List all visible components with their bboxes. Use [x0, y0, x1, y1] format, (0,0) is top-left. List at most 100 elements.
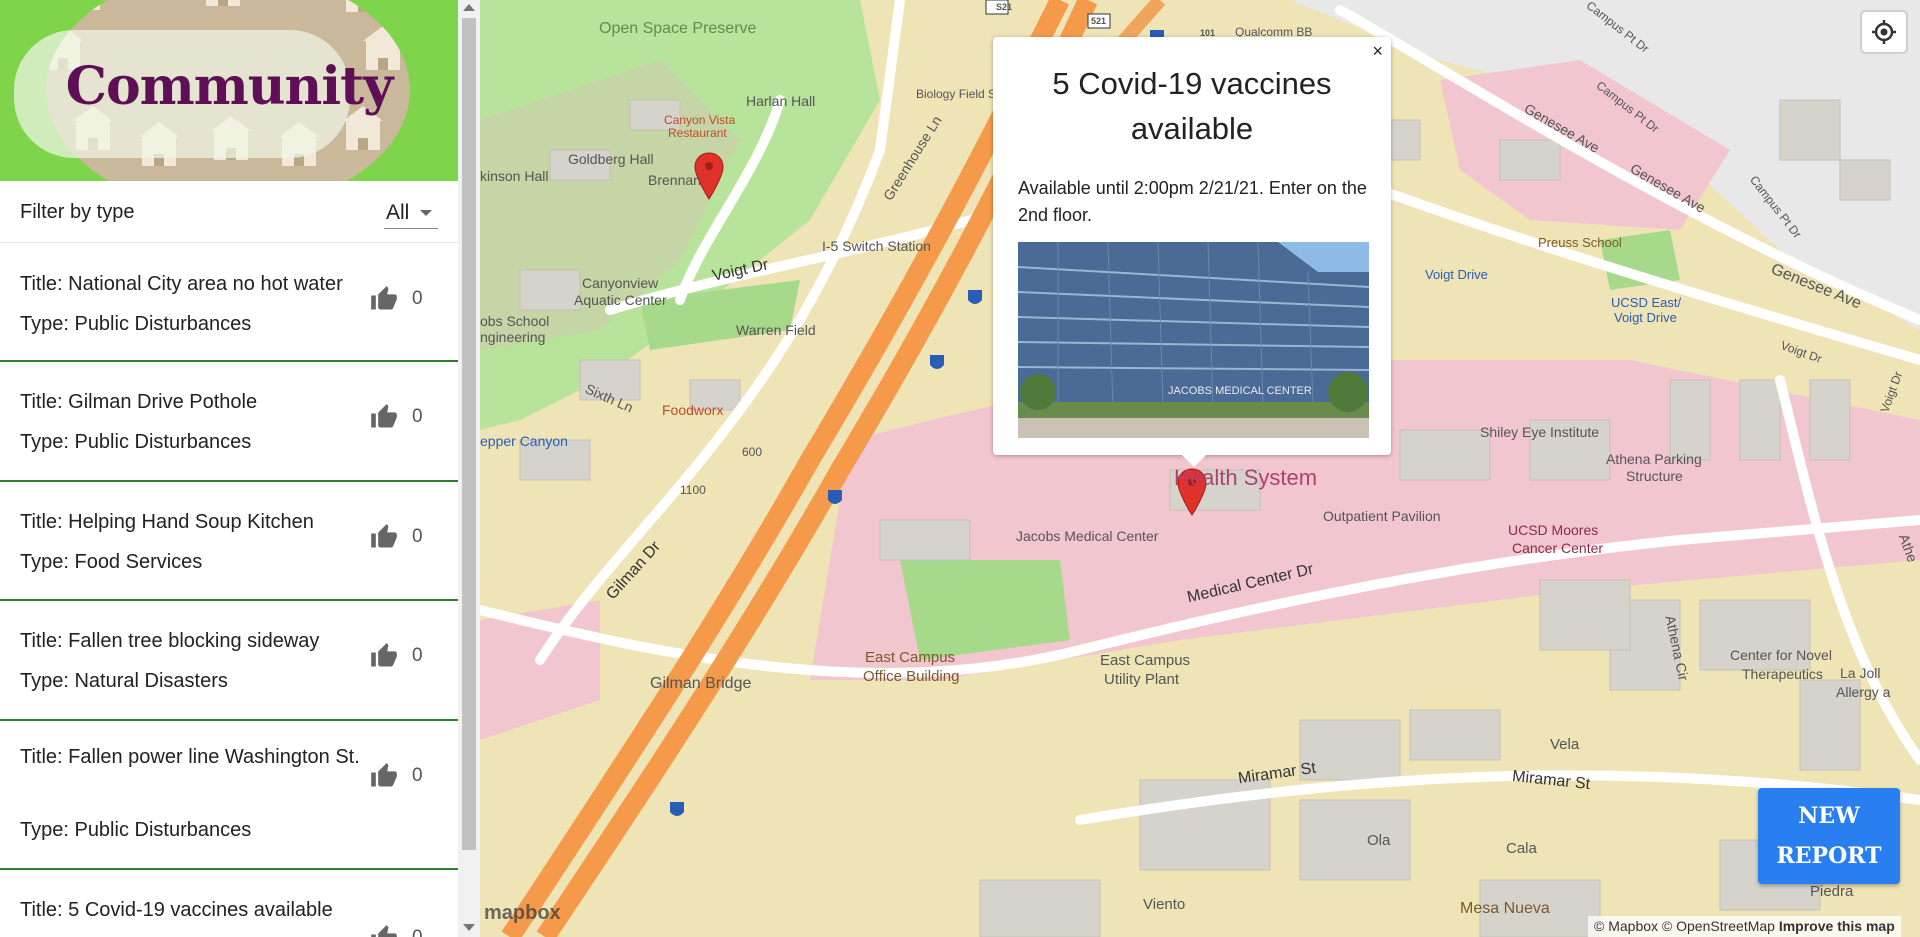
report-list: Title: National City area no hot water T…: [0, 243, 458, 937]
popup-title: 5 Covid-19 vaccines available: [1052, 66, 1332, 146]
new-report-button[interactable]: NEW REPORT: [1758, 788, 1900, 884]
report-item[interactable]: Title: 5 Covid-19 vaccines available 0: [0, 870, 458, 937]
map-label-warren-field: Warren Field: [736, 322, 816, 338]
scrollbar-thumb[interactable]: [462, 18, 476, 850]
map-label-piedra: Piedra: [1810, 883, 1854, 900]
crosshair-icon: [1872, 20, 1896, 44]
report-type: Type: Public Disturbances: [20, 819, 252, 841]
map-label-canyon-vista: Canyon Vista: [664, 113, 736, 127]
close-icon[interactable]: ×: [1372, 41, 1383, 62]
map-label-outpatient-pavilion: Outpatient Pavilion: [1323, 508, 1441, 524]
map-label-canyonview: Canyonview: [582, 275, 659, 291]
map-label-restaurant: Restaurant: [668, 126, 727, 140]
map-label-biology-field: Biology Field S: [916, 87, 997, 101]
map-label-521: 521: [1091, 16, 1107, 26]
report-title: Title: Fallen tree blocking sideway: [20, 630, 320, 652]
like-count: 0: [412, 406, 423, 427]
like-count: 0: [412, 526, 423, 547]
caret-down-icon: [420, 210, 432, 216]
map-label-goldberg-hall: Goldberg Hall: [568, 151, 654, 167]
map-canvas[interactable]: Open Space Preserve Harlan Hall Biology …: [480, 0, 1920, 937]
report-title: Title: National City area no hot water: [20, 273, 343, 295]
map-label-therapeutics: Therapeutics: [1742, 666, 1823, 682]
map-label-cala: Cala: [1506, 840, 1537, 857]
like-count: 0: [412, 288, 423, 309]
banner-title: Community: [65, 56, 394, 117]
report-item[interactable]: Title: Fallen tree blocking sideway Type…: [0, 601, 458, 721]
thumbs-up-icon[interactable]: [369, 285, 399, 313]
app-root: Community Filter by type All Title: Nati…: [0, 0, 1920, 937]
map-label-voigt-drive-east: Voigt Drive: [1614, 310, 1677, 325]
map-label-jobs-school: obs School: [480, 313, 550, 329]
report-title: Title: Helping Hand Soup Kitchen: [20, 511, 314, 533]
filter-type-select[interactable]: All: [384, 199, 438, 229]
map-label-shiley-eye: Shiley Eye Institute: [1480, 424, 1600, 440]
report-title: Title: Gilman Drive Pothole: [20, 391, 258, 413]
map-label-foodworx: Foodworx: [662, 402, 724, 418]
geolocate-button[interactable]: [1862, 12, 1906, 52]
improve-map-link[interactable]: Improve this map: [1779, 918, 1895, 934]
popup-building-photo: JACOBS MEDICAL CENTER: [1018, 242, 1369, 438]
map-label-allergy: Allergy a: [1836, 684, 1891, 700]
map-label-center-novel: Center for Novel: [1730, 647, 1832, 663]
map-label-ucsd-east: UCSD East/: [1611, 295, 1682, 310]
map-label-atkinson-hall: kinson Hall: [480, 168, 549, 184]
sidebar-scrollbar[interactable]: [458, 0, 480, 937]
map-label-athena-parking: Athena Parking: [1606, 451, 1702, 467]
map-label-harlan-hall: Harlan Hall: [746, 93, 816, 109]
thumbs-up-icon[interactable]: [369, 924, 399, 937]
report-item[interactable]: Title: Gilman Drive Pothole Type: Public…: [0, 362, 458, 482]
thumbs-up-icon[interactable]: [369, 523, 399, 551]
report-type: Type: Public Disturbances: [20, 313, 252, 335]
filter-label: Filter by type: [20, 201, 135, 223]
scroll-down-arrow-icon[interactable]: [463, 924, 475, 931]
map-label-east-campus-utility: East Campus: [1100, 652, 1191, 669]
filter-row: Filter by type All: [0, 181, 458, 243]
map-label-jacobs-medical-center: Jacobs Medical Center: [1016, 528, 1159, 544]
report-popup: × 5 Covid-19 vaccines available Availabl…: [993, 37, 1391, 467]
map-label-600: 600: [742, 445, 763, 459]
mapbox-logo[interactable]: mapbox: [484, 902, 561, 925]
like-count: 0: [412, 645, 423, 666]
map-label-structure: Structure: [1626, 468, 1683, 484]
map-label-gilman-bridge: Gilman Bridge: [650, 675, 752, 692]
map-label-vela: Vela: [1550, 736, 1580, 753]
map-label-mesa-nueva: Mesa Nueva: [1460, 900, 1550, 917]
report-title: Title: Fallen power line Washington St.: [20, 746, 360, 768]
map-label-east-campus-office: East Campus: [865, 649, 956, 666]
thumbs-up-icon[interactable]: [369, 403, 399, 431]
map-label-health-system: Health System: [1174, 465, 1318, 490]
map-label-1100: 1100: [680, 483, 706, 497]
map-label-preuss-school: Preuss School: [1538, 235, 1622, 250]
community-banner: Community: [0, 0, 458, 181]
map-label-open-space: Open Space Preserve: [599, 20, 757, 37]
map-label-utility-plant: Utility Plant: [1104, 671, 1180, 688]
map-label-s21: S21: [996, 2, 1013, 12]
report-type: Type: Natural Disasters: [20, 670, 228, 692]
report-item[interactable]: Title: National City area no hot water T…: [0, 243, 458, 362]
thumbs-up-icon[interactable]: [369, 642, 399, 670]
map-label-la-jolla: La Joll: [1840, 665, 1881, 681]
map-label-office-building: Office Building: [863, 668, 960, 685]
map-label-ola: Ola: [1367, 832, 1391, 849]
map-label-voigt-drive-station: Voigt Drive: [1425, 267, 1488, 282]
map-label-brennan: Brennan: [648, 172, 701, 188]
like-count: 0: [412, 927, 423, 937]
report-type: Type: Food Services: [20, 551, 203, 573]
popup-description: Available until 2:00pm 2/21/21. Enter on…: [1018, 178, 1367, 225]
report-item[interactable]: Title: Helping Hand Soup Kitchen Type: F…: [0, 482, 458, 601]
map-label-pepper-canyon: epper Canyon: [480, 433, 568, 449]
map-attribution: © Mapbox © OpenStreetMap Improve this ma…: [1588, 916, 1901, 937]
report-item[interactable]: Title: Fallen power line Washington St. …: [0, 721, 458, 870]
map-label-viento: Viento: [1143, 896, 1186, 913]
map-label-engineering: ngineering: [480, 329, 546, 345]
thumbs-up-icon[interactable]: [369, 762, 399, 790]
attribution-text[interactable]: © Mapbox © OpenStreetMap: [1594, 918, 1775, 934]
filter-selected-value: All: [386, 201, 410, 224]
map-label-aquatic-center: Aquatic Center: [574, 292, 667, 308]
scroll-up-arrow-icon[interactable]: [463, 4, 475, 11]
map-label-cancer-center: Cancer Center: [1512, 540, 1604, 556]
report-title: Title: 5 Covid-19 vaccines available: [20, 899, 333, 921]
sidebar: Community Filter by type All Title: Nati…: [0, 0, 458, 937]
map-label-ucsd-moores: UCSD Moores: [1508, 522, 1599, 538]
